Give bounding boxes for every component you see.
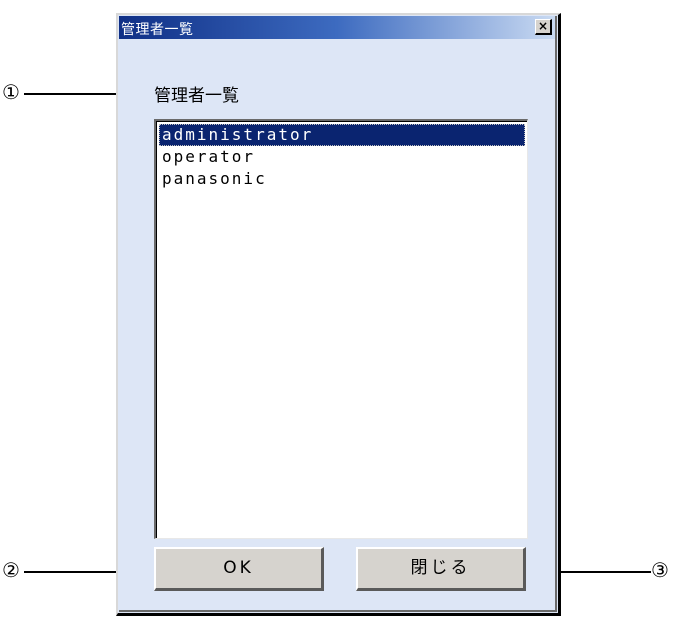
admin-list-label: 管理者一覧 [154,86,239,106]
list-item-panasonic[interactable]: panasonic [159,168,525,190]
ok-button[interactable]: OK [154,547,324,591]
callout-1: ① [2,80,20,104]
close-button[interactable]: 閉じる [356,547,526,591]
dialog-title: 管理者一覧 [121,22,194,38]
admin-list-dialog: 管理者一覧 × 管理者一覧 administrator operator pan… [116,13,561,616]
list-item-operator[interactable]: operator [159,146,525,168]
admin-listbox[interactable]: administrator operator panasonic [154,119,528,539]
title-bar[interactable]: 管理者一覧 × [119,16,555,39]
callout-2: ② [2,558,20,582]
list-item-administrator[interactable]: administrator [159,124,525,146]
callout-3: ③ [651,558,669,582]
close-icon[interactable]: × [535,19,552,35]
